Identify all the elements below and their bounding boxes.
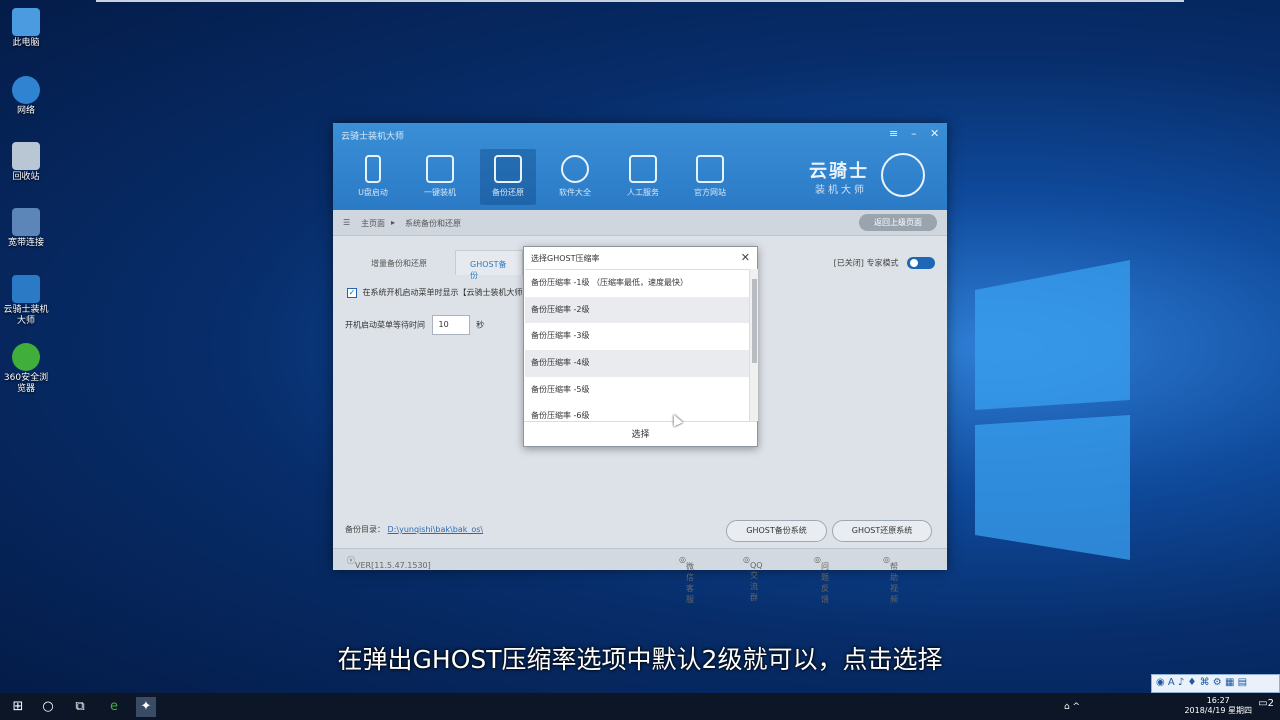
scrollbar-thumb[interactable] [752,279,757,363]
compression-option-4[interactable]: 备份压缩率 -4级 [525,350,749,377]
expert-mode: [已关闭] 专家模式 [834,257,935,269]
nav-website[interactable]: 官方网站 [682,149,738,205]
brand-title: 云骑士 [809,161,869,182]
recycle-bin-icon [12,142,40,170]
nav-usb-boot[interactable]: U盘启动 [345,149,401,205]
apps-icon [561,155,589,183]
breadcrumb-separator: ▸ [391,218,396,227]
compression-option-6[interactable]: 备份压缩率 -6级 [525,403,749,421]
status-bar: ⓥ VER[11.5.47.1530] ◎ 微信客服 ◎ QQ交流群 ◎ 问题反… [333,548,947,604]
minimize-icon[interactable]: – [911,127,917,140]
compression-option-1[interactable]: 备份压缩率 -1级 （压缩率最低，速度最快） [525,270,749,297]
home-icon [696,155,724,183]
compression-option-3[interactable]: 备份压缩率 -3级 [525,323,749,350]
copy-icon [494,155,522,183]
top-edge [96,0,1184,2]
expert-mode-toggle[interactable] [907,257,935,269]
compression-option-5[interactable]: 备份压缩率 -5级 [525,377,749,404]
list-icon: ☰ [343,218,351,227]
menu-icon[interactable]: ≡ [889,127,898,140]
task-view-icon[interactable]: ⧉ [70,697,90,717]
ghost-restore-button[interactable]: GHOST还原系统 [832,520,932,542]
computer-icon [12,8,40,36]
select-button[interactable]: 选择 [524,421,757,447]
dialog-title: 选择GHOST压缩率 [531,254,600,263]
breadcrumb-current: 系统备份和还原 [405,219,461,228]
boot-wait-option: 开机启动菜单等待时间 10 秒 [345,315,484,335]
desktop-icon-360-browser[interactable]: 360安全浏览器 [0,343,52,395]
close-icon[interactable]: ✕ [930,127,939,140]
search-icon[interactable]: ○ [38,697,58,717]
taskbar: ⊞ ○ ⧉ e ✦ ⌂ ^ ◫ ♪ 中 16:27 2018/4/19 星期四 … [0,693,1280,720]
tab-ghost[interactable]: GHOST备份 [455,250,523,280]
brand-subtitle: 装机大师 [815,185,867,196]
app-header: 云骑士装机大师 ≡ – ✕ U盘启动 一键装机 备份还原 软件大全 人工服务 官… [333,123,947,210]
dialog-scrollbar[interactable] [749,269,758,421]
start-icon[interactable]: ⊞ [8,697,28,717]
nav-software[interactable]: 软件大全 [547,149,603,205]
desktop-icon-this-pc[interactable]: 此电脑 [0,8,52,49]
status-link-wechat[interactable]: ◎ 微信客服 [679,555,694,604]
network-icon [12,76,40,104]
version-label: ⓥ VER[11.5.47.1530] [347,556,431,570]
ghost-backup-button[interactable]: GHOST备份系统 [726,520,827,542]
status-link-video[interactable]: ◎ 帮助视频 [883,555,898,604]
compression-list: 备份压缩率 -1级 （压缩率最低，速度最快） 备份压缩率 -2级 备份压缩率 -… [525,269,749,421]
boot-wait-input[interactable]: 10 [431,315,470,335]
tray-icons[interactable]: ⌂ ^ ◫ ♪ 中 [1062,697,1082,717]
backup-directory: 备份目录： D:\yunqishi\bak\bak_os\ [345,525,484,534]
browser-360-icon [12,343,40,371]
broadband-icon [12,208,40,236]
tab-incremental[interactable]: 增量备份和还原 [357,250,441,275]
compression-option-2[interactable]: 备份压缩率 -2级 [525,296,749,324]
desktop-icon-broadband[interactable]: 宽带连接 [0,208,52,249]
yunqishi-icon [12,275,40,303]
ime-toolbar[interactable]: ◉ A ♪ ♦ ⌘ ⚙ ▦ ▤ [1151,674,1280,693]
boot-menu-checkbox[interactable]: ✓ [347,287,357,298]
knight-logo-icon [881,153,925,197]
nav-backup-restore[interactable]: 备份还原 [480,149,536,205]
nav-support[interactable]: 人工服务 [615,149,671,205]
boot-menu-option: ✓ 在系统开机启动菜单时显示【云骑士装机大师 [347,287,523,298]
breadcrumb: ☰ 主页面 ▸ 系统备份和还原 返回上级页面 [333,210,947,236]
desktop-icon-network[interactable]: 网络 [0,76,52,117]
notification-icon[interactable]: ▭2 [1258,698,1274,709]
status-link-qq[interactable]: ◎ QQ交流群 [743,555,763,602]
windows-logo [975,260,1130,560]
nav-one-click-install[interactable]: 一键装机 [412,149,468,205]
chat-icon [629,155,657,183]
status-link-feedback[interactable]: ◎ 问题反馈 [814,555,829,604]
breadcrumb-home[interactable]: 主页面 [361,218,385,229]
back-button[interactable]: 返回上级页面 [859,214,937,231]
video-subtitle: 在弹出GHOST压缩率选项中默认2级就可以，点击选择 [337,645,943,674]
compression-dialog: 选择GHOST压缩率 ✕ 备份压缩率 -1级 （压缩率最低，速度最快） 备份压缩… [523,246,758,447]
browser-360-taskbar-icon[interactable]: e [104,697,124,717]
desktop-icon-recycle-bin[interactable]: 回收站 [0,142,52,183]
grid-icon [426,155,454,183]
app-title: 云骑士装机大师 [341,132,405,142]
backup-directory-link[interactable]: D:\yunqishi\bak\bak_os\ [388,525,484,534]
usb-icon [365,155,381,183]
dialog-close-icon[interactable]: ✕ [741,251,750,264]
clock[interactable]: 16:27 2018/4/19 星期四 [1184,696,1252,716]
yunqishi-taskbar-icon[interactable]: ✦ [136,697,156,717]
desktop-icon-yunqishi[interactable]: 云骑士装机大师 [0,275,52,327]
